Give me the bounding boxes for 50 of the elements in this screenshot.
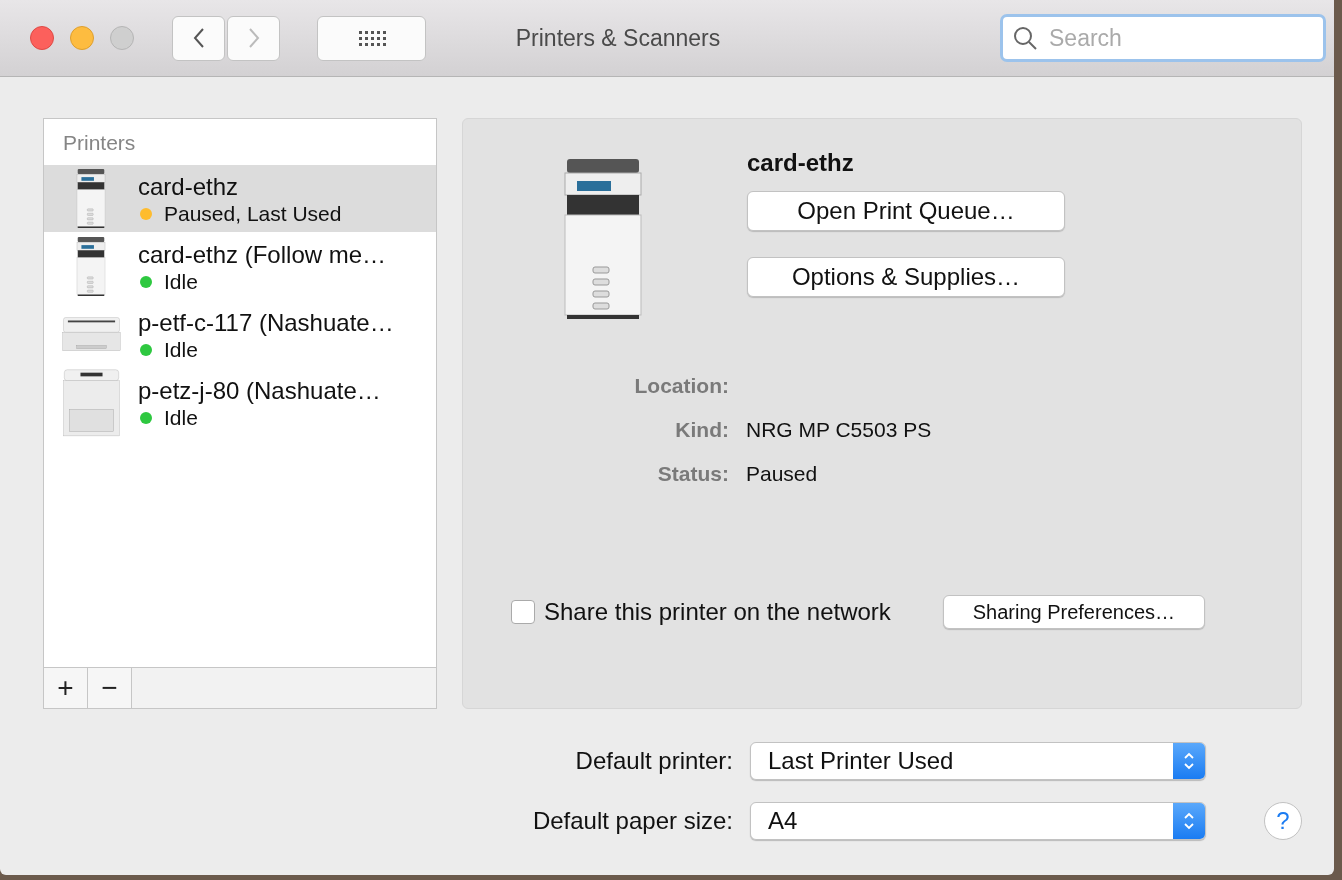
field-label: Kind:: [674, 418, 729, 442]
printer-icon: [61, 368, 121, 437]
forward-button[interactable]: [227, 15, 280, 61]
field-label: Default printer:: [575, 747, 733, 775]
printer-icon: [563, 159, 643, 319]
status-text: Idle: [164, 405, 198, 430]
help-button[interactable]: ?: [1264, 802, 1302, 840]
field-value: NRG MP C5503 PS: [746, 418, 932, 442]
status-text: Paused, Last Used: [164, 201, 342, 226]
printer-name: p-etf-c-117 (Nashuate…: [138, 307, 394, 338]
printer-name: card-ethz: [747, 149, 855, 177]
chevron-right-icon: [247, 27, 260, 49]
search-field[interactable]: Search: [1000, 14, 1326, 62]
printer-icon: [61, 316, 121, 353]
grid-icon: [356, 28, 387, 48]
stepper-arrows-icon: [1173, 803, 1205, 839]
field-label: Status:: [656, 462, 729, 486]
sharing-preferences-button[interactable]: Sharing Preferences…: [942, 595, 1205, 629]
remove-button[interactable]: −: [88, 668, 132, 708]
chevron-left-icon: [192, 27, 205, 49]
list-heading: Printers: [62, 130, 137, 156]
printer-name: p-etz-j-80 (Nashuate…: [138, 375, 381, 406]
zoom-button[interactable]: [110, 26, 134, 50]
close-button[interactable]: [30, 26, 54, 50]
field-value: Paused: [746, 462, 818, 486]
search-icon: [1013, 26, 1037, 50]
open-print-queue-button[interactable]: Open Print Queue…: [747, 191, 1065, 231]
printer-list-item[interactable]: p-etz-j-80 (Nashuate… Idle: [44, 369, 436, 436]
checkbox-label[interactable]: Share this printer on the network: [544, 598, 891, 626]
status-text: Idle: [164, 337, 198, 362]
printer-icon: [76, 237, 106, 296]
minimize-button[interactable]: [70, 26, 94, 50]
stepper-arrows-icon: [1173, 743, 1205, 779]
field-label: Default paper size:: [532, 807, 733, 835]
printer-name: card-ethz: [138, 171, 240, 202]
field-label: Location:: [633, 374, 729, 398]
window-title: Printers & Scanners: [514, 24, 722, 52]
popup-button[interactable]: Last Printer Used: [750, 742, 1206, 780]
printer-name: card-ethz (Follow me…: [138, 239, 387, 270]
back-button[interactable]: [172, 15, 225, 61]
popup-button[interactable]: A4: [750, 802, 1206, 840]
printer-list-item[interactable]: card-ethz (Follow me… Idle: [44, 233, 436, 300]
printer-icon: [76, 169, 106, 228]
printer-list-item[interactable]: card-ethz Paused, Last Used: [44, 165, 436, 232]
options-supplies-button[interactable]: Options & Supplies…: [747, 257, 1065, 297]
printer-list-item[interactable]: p-etf-c-117 (Nashuate… Idle: [44, 301, 436, 368]
show-all-button[interactable]: [317, 15, 426, 61]
checkbox[interactable]: [511, 600, 535, 624]
add-button[interactable]: +: [44, 668, 88, 708]
status-text: Idle: [164, 269, 198, 294]
